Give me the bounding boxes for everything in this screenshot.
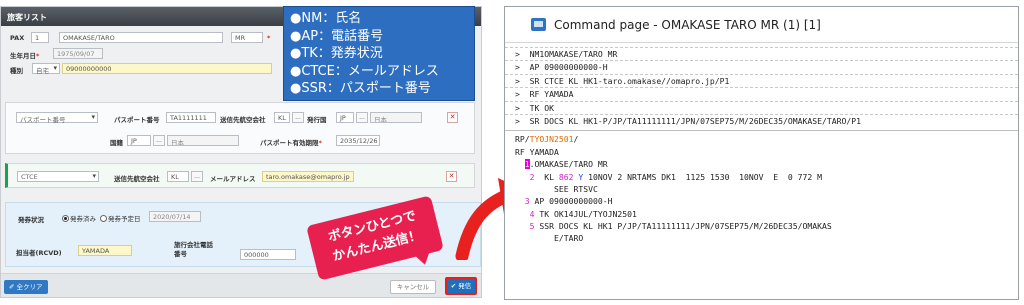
eraser-icon: ✐ — [9, 283, 17, 291]
agency-phone-input[interactable]: 000000 — [240, 249, 296, 260]
pax-label: PAX — [10, 34, 25, 42]
divider — [505, 130, 1018, 132]
radio-planned[interactable]: 発券予定日 — [100, 213, 141, 223]
rep-label: 担当者(RCVD) — [16, 249, 62, 257]
legend-callout: ●NM：氏名 ●AP：電話番号 ●TK：発券状況 ●CTCE：メールアドレス ●… — [283, 6, 475, 101]
email-airline-input[interactable]: KL — [167, 171, 189, 182]
email-card: CTCE ▾ 送信先航空会社 KL ... メールアドレス taro.omakas… — [5, 163, 475, 188]
issuer-code-input[interactable]: JP — [336, 112, 354, 123]
doc-type-select[interactable]: パスポート番号 ▾ — [16, 112, 98, 124]
airline-input[interactable]: KL — [274, 112, 290, 123]
agency-phone-label: 旅行会社電話番号 — [174, 241, 213, 258]
pax-number-input[interactable]: 1 — [31, 32, 49, 43]
dob-label: 生年月日* — [10, 52, 40, 60]
issuer-name-field: 日本 — [370, 112, 422, 123]
passport-expiry-label: パスポート有効期限* — [260, 139, 322, 147]
pnr-line: 2 KL 862 Y 10NOV 2 NRTAMS DK1 1125 1530 … — [529, 171, 823, 182]
pnr-line: SEE RTSVC — [539, 183, 598, 194]
command-page-header: Command page - OMAKASE TARO MR (1) [1] — [505, 7, 1018, 43]
rep-input[interactable]: YAMADA — [78, 245, 132, 256]
command-output: > NM1OMAKASE/TARO MR > AP 09000000000-H … — [505, 43, 1018, 249]
form-action-bar: ✐ 全クリア キャンセル ✔ 発信 — [1, 273, 481, 297]
send-airline-label: 送信先航空会社 — [220, 116, 266, 124]
passport-card: パスポート番号 ▾ パスポート番号 TA1111111 送信先航空会社 KL ..… — [5, 102, 475, 154]
command-page-window: Command page - OMAKASE TARO MR (1) [1] >… — [504, 6, 1019, 300]
required-mark: * — [267, 34, 271, 42]
phone-input[interactable]: 09000000000 — [62, 63, 272, 74]
chevron-down-icon: ▾ — [92, 172, 96, 180]
nationality-code-input[interactable]: JP — [127, 135, 151, 146]
command-line: > TK OK — [515, 102, 554, 113]
command-line: > SR CTCE KL HK1-taro.omakase//omapro.jp… — [515, 75, 730, 86]
terminal-icon — [531, 18, 546, 31]
dob-input[interactable]: 1975/09/07 — [53, 48, 103, 59]
ticket-status-label: 発券状況 — [18, 216, 44, 224]
pnr-line: 1.OMAKASE/TARO MR — [524, 159, 608, 170]
command-line: > NM1OMAKASE/TARO MR — [515, 49, 618, 59]
pnr-line: E/TARO — [529, 233, 584, 244]
nationality-lookup-button[interactable]: ... — [153, 135, 165, 146]
passport-expiry-input[interactable]: 2035/12/26 — [336, 135, 380, 146]
pnr-line: 3 AP 09000000000-H — [524, 196, 613, 207]
command-line: > SR DOCS KL HK1-P/JP/TA11111111/JPN/07S… — [515, 115, 861, 126]
airline-lookup-button[interactable]: ... — [292, 112, 304, 123]
legend-item: ●NM：氏名 — [290, 11, 362, 26]
pnr-line: 5 SSR DOCS KL HK1 P/JP/TA11111111/JPN/07… — [529, 221, 832, 232]
contact-type-select[interactable]: CTCE ▾ — [17, 171, 99, 182]
command-line: > RF YAMADA — [515, 89, 574, 100]
nationality-label: 国籍 — [110, 139, 123, 147]
legend-item: ●TK：発券状況 — [290, 46, 383, 61]
chevron-down-icon: ▾ — [91, 113, 95, 121]
rp-line: RP/TYOJN2501/ — [515, 134, 579, 145]
email-address-input[interactable]: taro.omakase@omapro.jp — [262, 171, 354, 182]
issuer-label: 発行国 — [307, 116, 327, 124]
type-label: 種別 — [10, 67, 23, 75]
chevron-down-icon: ▾ — [53, 64, 57, 72]
cancel-button[interactable]: キャンセル — [390, 280, 436, 294]
delete-passport-button[interactable]: ✕ — [447, 112, 458, 123]
pax-name-input[interactable]: OMAKASE/TARO — [59, 32, 223, 43]
radio-selected-icon — [62, 215, 69, 222]
legend-item: ●AP：電話番号 — [290, 28, 384, 44]
radio-empty-icon — [100, 215, 107, 222]
email-airline-lookup-button[interactable]: ... — [191, 171, 203, 182]
clear-all-button[interactable]: ✐ 全クリア — [4, 280, 48, 294]
send-airline-label: 送信先航空会社 — [114, 175, 160, 183]
radio-issued[interactable]: 発券済み — [62, 213, 96, 223]
pnr-line: 4 TK OK14JUL/TYOJN2501 — [529, 208, 637, 219]
ticket-date-input[interactable]: 2020/07/14 — [149, 211, 201, 222]
issuer-lookup-button[interactable]: ... — [356, 112, 368, 123]
type-select[interactable]: 自宅 ▾ — [32, 63, 60, 75]
command-line: > AP 09000000000-H — [515, 62, 608, 73]
email-address-label: メールアドレス — [210, 175, 256, 183]
legend-item: ●SSR：パスポート番号 — [290, 81, 431, 96]
pax-title-input[interactable]: MR — [231, 32, 263, 43]
passport-number-input[interactable]: TA1111111 — [166, 112, 216, 123]
passport-number-label: パスポート番号 — [114, 116, 160, 124]
command-page-title: Command page - OMAKASE TARO MR (1) [1] — [554, 17, 821, 32]
legend-item: ●CTCE：メールアドレス — [290, 63, 439, 79]
nationality-name-field: 日本 — [167, 135, 239, 146]
send-button[interactable]: ✔ 発信 — [445, 277, 477, 295]
rf-line: RF YAMADA — [515, 146, 559, 157]
